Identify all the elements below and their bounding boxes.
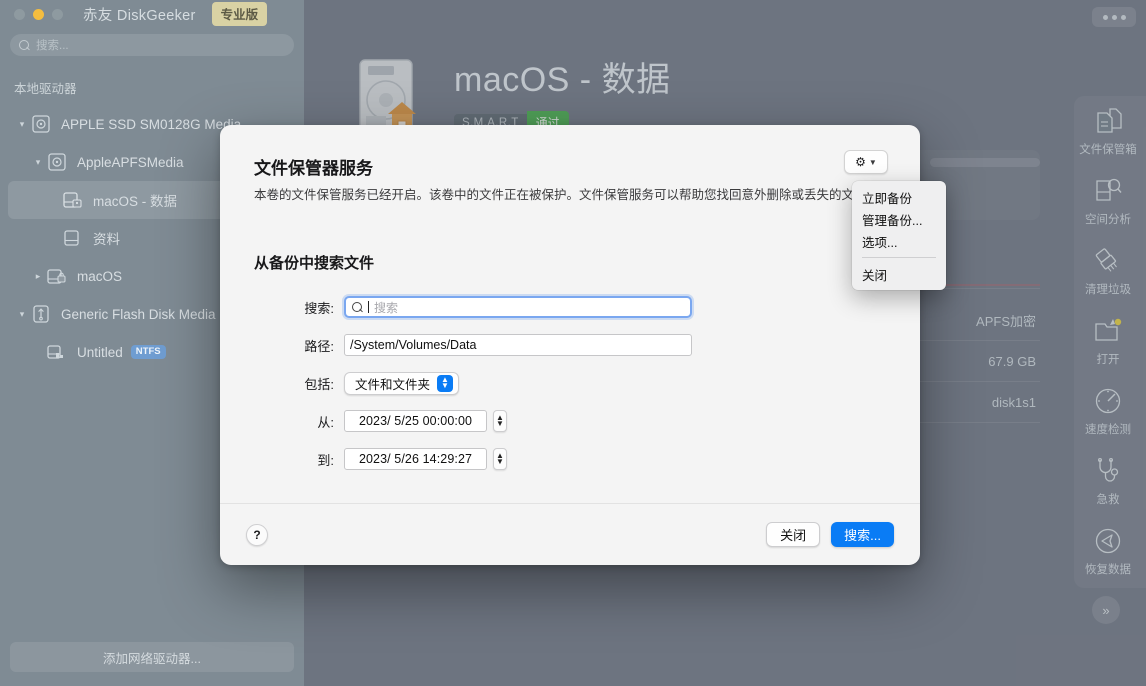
sidebar-search-placeholder: 搜索... xyxy=(36,40,69,52)
close-button[interactable]: 关闭 xyxy=(766,522,821,547)
volume-icon xyxy=(62,228,84,248)
tree-item-label: AppleAPFSMedia xyxy=(77,154,184,170)
status-badge-ntfs: NTFS xyxy=(130,345,166,359)
chevron-updown-icon: ▲ ▼ xyxy=(437,374,454,392)
chevron-down-icon[interactable]: ▾ xyxy=(14,309,30,319)
form-row-path: 路径: /System/Volumes/Data xyxy=(220,326,920,364)
form-row-to: 到: 2023/ 5/26 14:29:27 ▲ ▼ xyxy=(220,440,920,478)
disk-icon xyxy=(30,114,52,134)
tree-item-label: Untitled xyxy=(77,344,123,360)
search-form: 搜索: 搜索 路径: /System/Volumes/Data 包括: 文件和文… xyxy=(220,288,920,478)
include-field-label: 包括: xyxy=(304,376,334,392)
close-window-button[interactable] xyxy=(14,8,25,20)
to-date-control: 2023/ 5/26 14:29:27 ▲ ▼ xyxy=(344,448,507,470)
usb-icon xyxy=(30,304,52,324)
menu-item-options[interactable]: 选项... xyxy=(852,230,946,252)
menu-item-backup-now[interactable]: 立即备份 xyxy=(852,186,946,208)
include-select[interactable]: 文件和文件夹 ▲ ▼ xyxy=(344,371,460,395)
dialog-description: 本卷的文件保管服务已经开启。该卷中的文件正在被保护。文件保管服务可以帮助您找回意… xyxy=(254,188,880,202)
window-traffic-lights[interactable] xyxy=(14,8,63,20)
to-date-input[interactable]: 2023/ 5/26 14:29:27 xyxy=(344,448,487,470)
form-row-include: 包括: 文件和文件夹 ▲ ▼ xyxy=(220,364,920,402)
to-field-label: 到: xyxy=(317,452,334,468)
local-drives-label: 本地驱动器 xyxy=(14,82,77,96)
minimize-window-button[interactable] xyxy=(33,8,44,20)
to-date-stepper[interactable]: ▲ ▼ xyxy=(493,448,507,470)
chevron-right-icon[interactable]: ▸ xyxy=(30,271,46,281)
volume-icon xyxy=(46,342,68,362)
tree-item-label: APPLE SSD SM0128G Media xyxy=(61,116,242,132)
tree-item-label: macOS xyxy=(77,268,123,284)
form-row-search: 搜索: 搜索 xyxy=(220,288,920,326)
include-select-value: 文件和文件夹 xyxy=(355,377,431,392)
menu-item-close[interactable]: 关闭 xyxy=(852,263,946,285)
from-field-label: 从: xyxy=(317,414,334,430)
app-title: 赤友 DiskGeeker xyxy=(83,7,196,24)
search-icon xyxy=(19,39,30,51)
text-caret xyxy=(368,301,369,313)
app-window: 赤友 DiskGeeker 专业版 搜索... 本地驱动器 ▾ APPLE SS… xyxy=(0,0,1146,686)
chevron-down-icon[interactable]: ▾ xyxy=(30,157,46,167)
search-input-placeholder: 搜索 xyxy=(374,300,399,315)
titlebar: 赤友 DiskGeeker 专业版 xyxy=(0,0,304,28)
menu-item-manage-backups[interactable]: 管理备份... xyxy=(852,208,946,230)
search-input[interactable]: 搜索 xyxy=(344,296,692,318)
from-date-stepper[interactable]: ▲ ▼ xyxy=(493,410,507,432)
zoom-window-button[interactable] xyxy=(52,8,63,20)
section-title: 从备份中搜索文件 xyxy=(254,255,375,272)
settings-dropdown-menu[interactable]: 立即备份 管理备份... 选项... 关闭 xyxy=(852,181,946,290)
dialog-title: 文件保管器服务 xyxy=(254,159,373,178)
path-field-label: 路径: xyxy=(304,338,334,354)
settings-menu-button[interactable]: ⚙ ▼ xyxy=(844,150,888,174)
volume-locked-icon xyxy=(46,266,68,286)
chevron-down-icon: ▼ xyxy=(868,157,877,167)
sidebar-search-input[interactable]: 搜索... xyxy=(10,34,294,56)
search-field-label: 搜索: xyxy=(304,300,334,316)
from-date-input[interactable]: 2023/ 5/25 00:00:00 xyxy=(344,410,487,432)
pro-badge: 专业版 xyxy=(211,2,268,26)
disk-icon xyxy=(46,152,68,172)
dialog-actions: 关闭 搜索... xyxy=(766,522,894,547)
search-icon xyxy=(352,301,363,313)
from-date-control: 2023/ 5/25 00:00:00 ▲ ▼ xyxy=(344,410,507,432)
sidebar-search-wrap: 搜索... xyxy=(0,28,304,56)
menu-separator xyxy=(862,257,936,258)
chevron-down-icon[interactable]: ▾ xyxy=(14,119,30,129)
tree-item-label: macOS - 数据 xyxy=(93,194,178,209)
file-vault-dialog: 文件保管器服务 本卷的文件保管服务已经开启。该卷中的文件正在被保护。文件保管服务… xyxy=(220,125,946,565)
tree-item-label: Generic Flash Disk Media xyxy=(61,306,216,322)
search-button[interactable]: 搜索... xyxy=(831,522,894,547)
sidebar-footer: 添加网络驱动器... xyxy=(0,642,304,686)
tree-item-label: 资料 xyxy=(93,232,120,247)
dialog-footer: ? 关闭 搜索... xyxy=(220,503,920,565)
gear-icon: ⚙ xyxy=(855,155,866,169)
volume-data-icon xyxy=(62,190,84,210)
add-network-drive-button[interactable]: 添加网络驱动器... xyxy=(10,642,294,672)
form-row-from: 从: 2023/ 5/25 00:00:00 ▲ ▼ xyxy=(220,402,920,440)
help-button[interactable]: ? xyxy=(246,523,268,546)
path-input[interactable]: /System/Volumes/Data xyxy=(344,334,692,356)
